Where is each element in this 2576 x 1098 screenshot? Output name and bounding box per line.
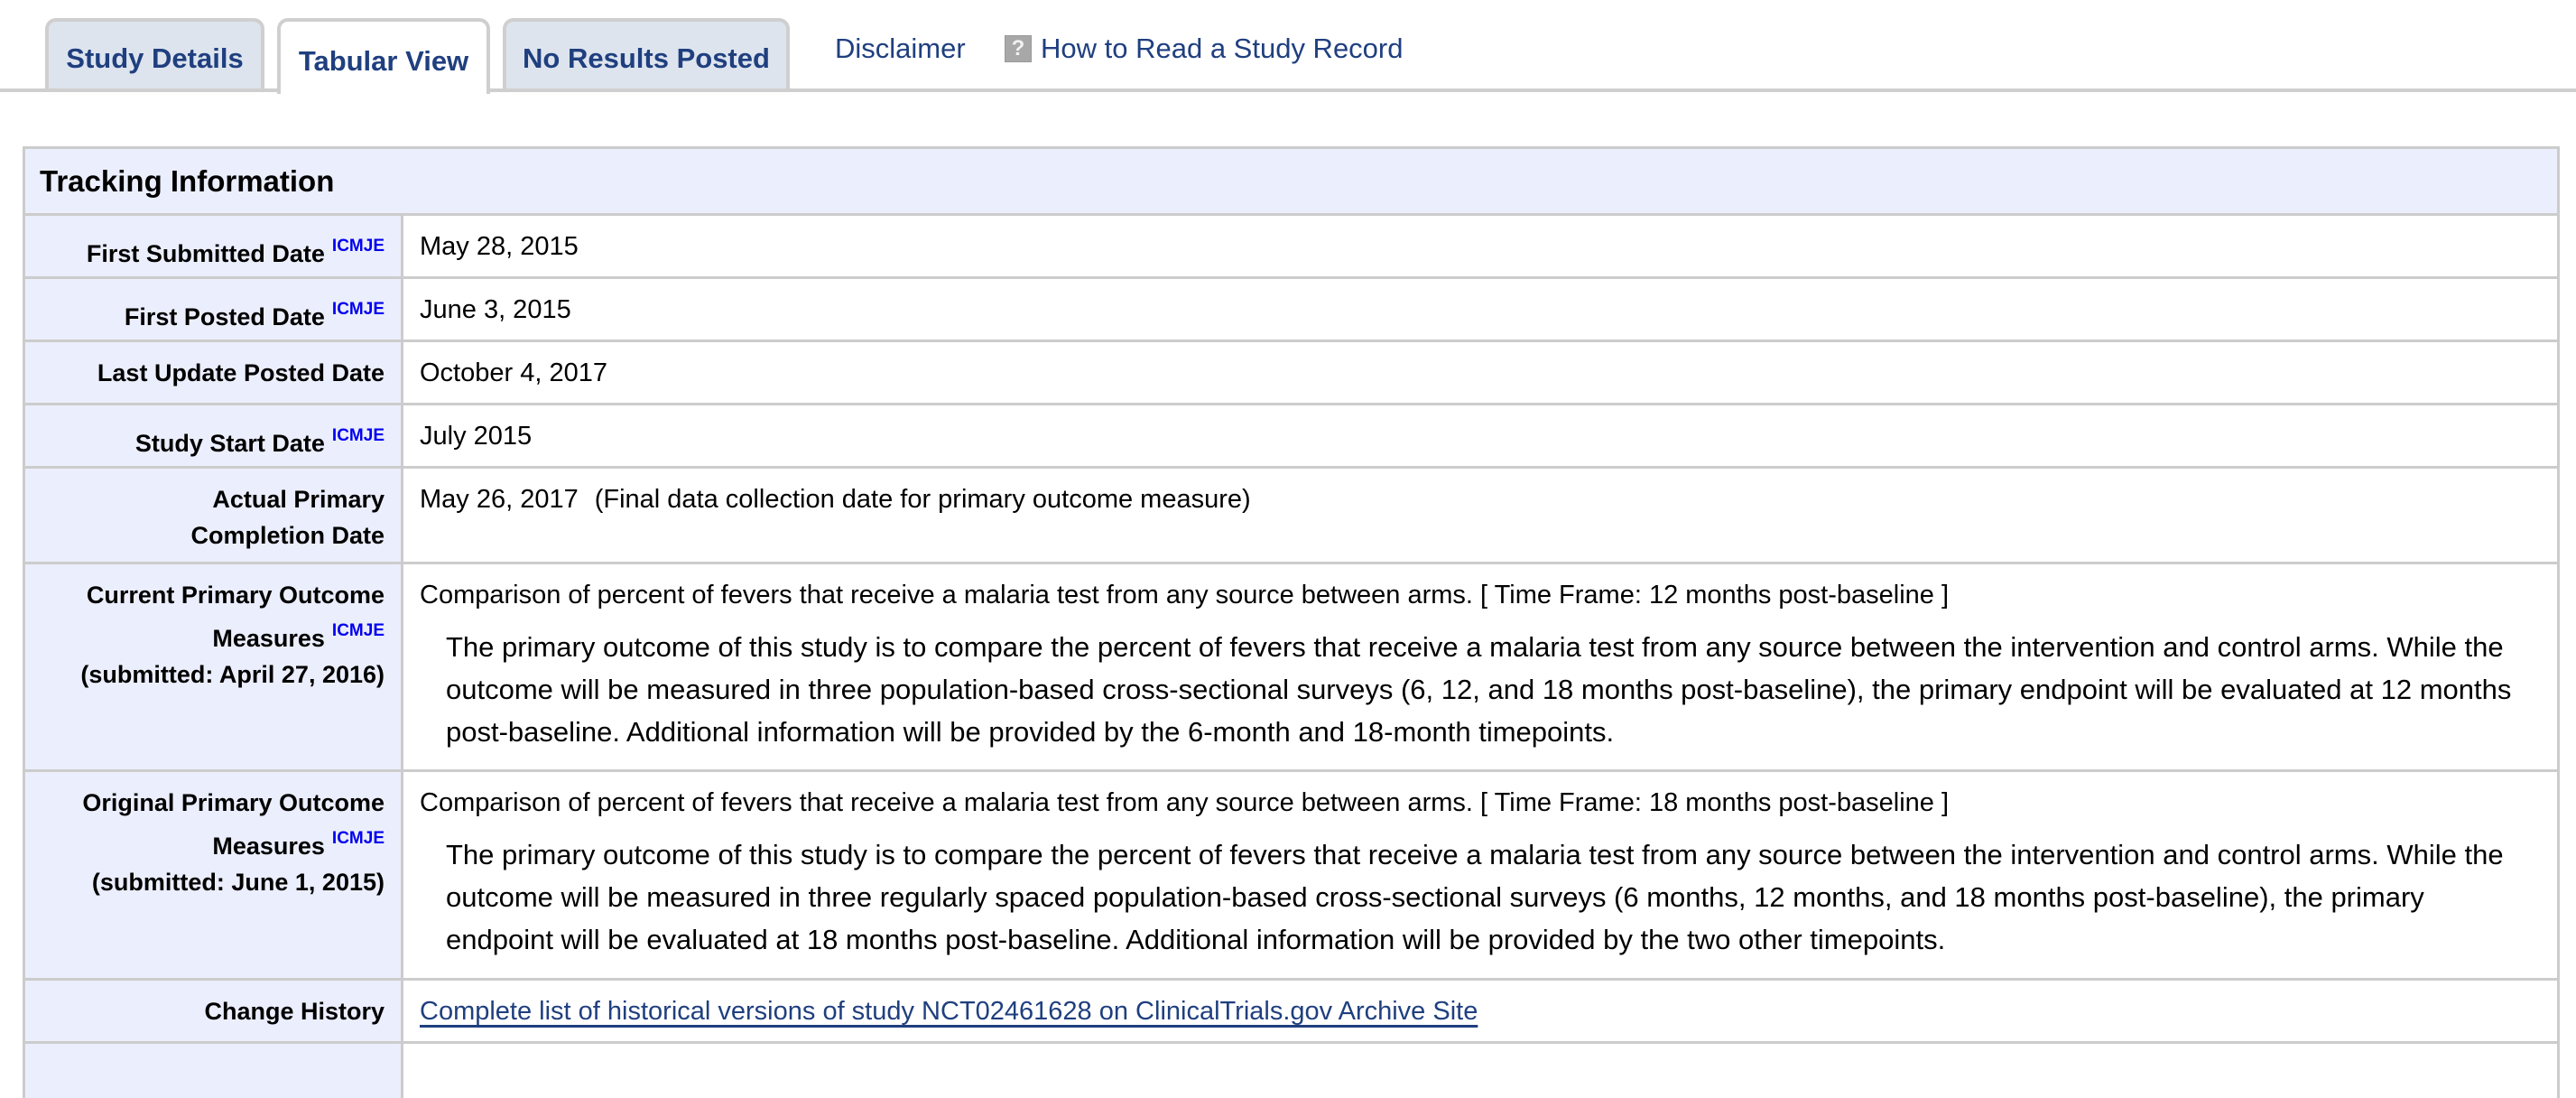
table-row-first-posted: First Posted Date ICMJE June 3, 2015 [25,279,2557,342]
submitted-date-label: (submitted: June 1, 2015) [91,869,385,896]
how-to-read-link[interactable]: How to Read a Study Record [1041,33,1404,65]
last-update-posted-date: October 4, 2017 [420,358,607,387]
row-label-text: Measures [212,625,325,652]
row-label: First Posted Date ICMJE [25,279,403,340]
outcome-measure-title: Comparison of percent of fevers that rec… [420,581,1950,609]
disclaimer-link[interactable]: Disclaimer [835,33,966,65]
section-header: Tracking Information [25,149,2557,216]
table-row-original-primary-outcome: Original Primary Outcome Measures ICMJE (… [25,772,2557,981]
row-value: May 28, 2015 [403,216,2557,276]
row-label-text: Original Primary Outcome [82,789,385,816]
outcome-measure-description: The primary outcome of this study is to … [446,839,2504,955]
row-label-text: Measures [212,833,325,860]
icmje-link[interactable]: ICMJE [332,621,385,640]
row-label-text: Actual Primary Completion Date [190,486,385,549]
row-value: Comparison of percent of fevers that rec… [403,772,2557,978]
tab-no-results-posted-label: No Results Posted [523,42,770,74]
row-label: Last Update Posted Date [25,342,403,403]
section-title: Tracking Information [40,163,335,198]
table-row-primary-completion: Actual Primary Completion Date May 26, 2… [25,469,2557,564]
icmje-link[interactable]: ICMJE [332,829,385,848]
row-label-text: Current Primary Outcome [86,582,385,609]
row-value: July 2015 [403,405,2557,466]
tracking-information-table: Tracking Information First Submitted Dat… [23,146,2560,1098]
submitted-date-label: (submitted: April 27, 2016) [80,661,385,688]
table-row-current-primary-outcome: Current Primary Outcome Measures ICMJE (s… [25,564,2557,772]
row-value: June 3, 2015 [403,279,2557,340]
help-question-icon[interactable]: ? [1005,35,1032,62]
row-value [403,1044,2557,1098]
table-row-change-history: Change History Complete list of historic… [25,981,2557,1044]
first-posted-date: June 3, 2015 [420,295,571,324]
tab-bar: Study Details Tabular View No Results Po… [0,0,2576,94]
tab-tabular-view-label: Tabular View [298,45,469,77]
row-label: Actual Primary Completion Date [25,469,403,562]
table-row-study-start: Study Start Date ICMJE July 2015 [25,405,2557,469]
tab-no-results-posted[interactable]: No Results Posted [503,18,790,88]
outcome-measure-title: Comparison of percent of fevers that rec… [420,788,1950,817]
primary-completion-date: May 26, 2017 [420,485,579,514]
row-value: October 4, 2017 [403,342,2557,403]
row-value: May 26, 2017 (Final data collection date … [403,469,2557,562]
table-row-first-submitted: First Submitted Date ICMJE May 28, 2015 [25,216,2557,279]
row-label: First Submitted Date ICMJE [25,216,403,276]
row-label-text: Change History [204,998,385,1025]
icmje-link[interactable]: ICMJE [332,300,385,319]
row-label-text: First Posted Date [124,303,325,330]
table-row-last-update: Last Update Posted Date October 4, 2017 [25,342,2557,405]
row-label: Change History [25,981,403,1041]
change-history-link[interactable]: Complete list of historical versions of … [420,997,1478,1026]
row-label-text: Last Update Posted Date [97,359,385,386]
row-label-text: First Submitted Date [86,240,325,267]
row-value: Complete list of historical versions of … [403,981,2557,1041]
row-label [25,1044,403,1098]
row-label-text: Study Start Date [134,430,325,457]
row-label: Study Start Date ICMJE [25,405,403,466]
first-submitted-date: May 28, 2015 [420,232,579,261]
icmje-link[interactable]: ICMJE [332,237,385,256]
outcome-measure-description: The primary outcome of this study is to … [446,631,2512,748]
table-row-next [25,1044,2557,1098]
tab-study-details[interactable]: Study Details [45,18,264,88]
completion-date-note: (Final data collection date for primary … [594,485,1251,514]
tab-study-details-label: Study Details [66,42,244,74]
tab-tabular-view[interactable]: Tabular View [277,18,490,94]
icmje-link[interactable]: ICMJE [332,426,385,445]
row-label: Original Primary Outcome Measures ICMJE (… [25,772,403,978]
row-label: Current Primary Outcome Measures ICMJE (s… [25,564,403,769]
row-value: Comparison of percent of fevers that rec… [403,564,2557,769]
study-start-date: July 2015 [420,422,533,451]
